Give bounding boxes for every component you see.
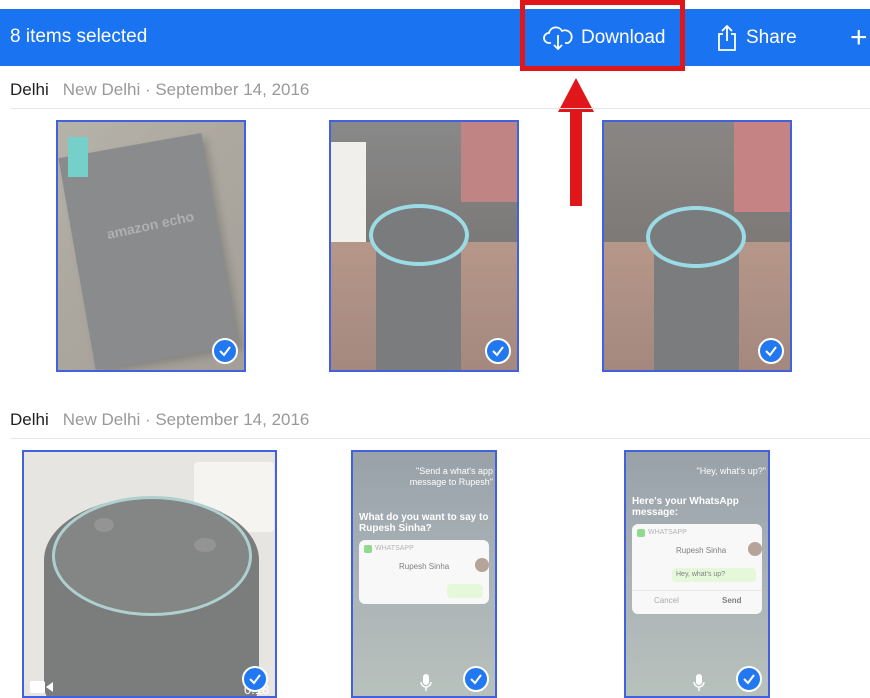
share-label: Share [746,26,797,48]
microphone-icon [693,674,705,691]
photo-thumbnail[interactable] [602,120,792,372]
photo-selection-wash [331,122,517,370]
section-header: Delhi New Delhi · September 14, 2016 [10,410,309,430]
checkmark-icon [758,338,784,364]
section-header: Delhi New Delhi · September 14, 2016 [10,80,309,100]
selection-count: 8 items selected [10,26,148,47]
photo-selection-wash [58,122,244,370]
add-icon: + [850,20,868,54]
photo-thumbnail[interactable] [329,120,519,372]
section-divider [10,438,870,439]
checkmark-icon [212,338,238,364]
share-icon [718,24,736,51]
screenshot-thumbnail[interactable]: "Hey, what's up?" Here's your WhatsApp m… [624,450,770,698]
download-highlight-box [520,0,685,71]
arrow-up-icon [558,78,594,206]
section-subtitle: New Delhi · September 14, 2016 [62,80,310,99]
video-thumbnail[interactable]: 0:18 [22,450,277,698]
share-button[interactable]: Share [716,9,797,66]
photo-selection-wash [353,452,495,696]
video-camera-icon [30,681,53,693]
section-divider [10,108,870,109]
checkmark-icon [242,666,268,692]
section-place: Delhi [10,80,49,99]
section-place: Delhi [10,410,49,429]
photo-thumbnail[interactable]: amazon echo [56,120,246,372]
microphone-icon [420,674,432,691]
checkmark-icon [463,666,489,692]
checkmark-icon [485,338,511,364]
photo-selection-wash [604,122,790,370]
photo-selection-wash [626,452,768,696]
section-subtitle: New Delhi · September 14, 2016 [62,410,310,429]
photo-selection-wash [24,452,275,696]
selection-toolbar: 8 items selected Download Share + [0,9,870,66]
checkmark-icon [736,666,762,692]
screenshot-thumbnail[interactable]: "Send a what's app message to Rupesh" Wh… [351,450,497,698]
add-button[interactable]: + [850,9,868,66]
